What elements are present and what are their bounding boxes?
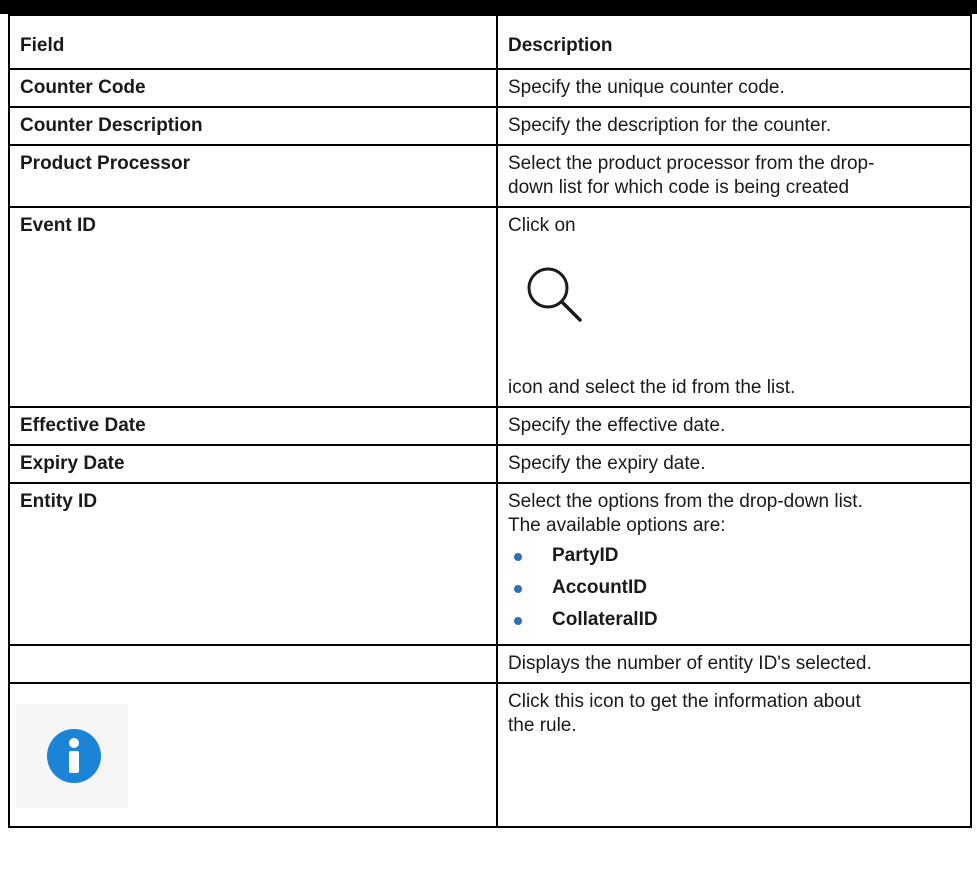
info-icon xyxy=(47,729,101,783)
field-product-processor: Product Processor xyxy=(8,144,498,208)
list-item: CollateralID xyxy=(508,606,960,638)
table-header-row: Field Description xyxy=(8,14,972,70)
info-icon-box xyxy=(16,704,128,808)
description-line: the rule. xyxy=(508,715,577,736)
options-list: PartyID AccountID CollateralID xyxy=(508,542,960,638)
description-expiry-date: Specify the expiry date. xyxy=(496,444,972,484)
field-description-table: Field Description Counter Code Specify t… xyxy=(8,14,972,828)
description-product-processor: Select the product processor from the dr… xyxy=(496,144,972,208)
description-counter-code: Specify the unique counter code. xyxy=(496,68,972,108)
description-line: Select the product processor from the dr… xyxy=(508,153,875,174)
description-line: Select the options from the drop-down li… xyxy=(508,491,863,512)
table-row: Counter Description Specify the descript… xyxy=(8,106,972,146)
bullet-icon xyxy=(514,553,522,561)
description-counter-description: Specify the description for the counter. xyxy=(496,106,972,146)
table-row: Expiry Date Specify the expiry date. xyxy=(8,444,972,484)
bullet-icon xyxy=(514,585,522,593)
list-item: AccountID xyxy=(508,574,960,606)
field-info xyxy=(8,682,498,828)
description-effective-date: Specify the effective date. xyxy=(496,406,972,446)
description-line: icon and select the id from the list. xyxy=(508,377,796,398)
field-effective-date: Effective Date xyxy=(8,406,498,446)
description-event-id: Click on icon and select the id from the… xyxy=(496,206,972,408)
description-info: Click this icon to get the information a… xyxy=(496,682,972,828)
description-line: The available options are: xyxy=(508,515,726,536)
table-row: Effective Date Specify the effective dat… xyxy=(8,406,972,446)
search-icon xyxy=(527,267,582,322)
top-bar xyxy=(0,0,977,14)
description-line: Click on xyxy=(508,215,576,236)
field-expiry-date: Expiry Date xyxy=(8,444,498,484)
option-label: CollateralID xyxy=(552,609,658,630)
header-field: Field xyxy=(8,14,498,70)
table-row: Entity ID Select the options from the dr… xyxy=(8,482,972,646)
description-entity-count: Displays the number of entity ID's selec… xyxy=(496,644,972,684)
table-row: Displays the number of entity ID's selec… xyxy=(8,644,972,684)
field-event-id: Event ID xyxy=(8,206,498,408)
bullet-icon xyxy=(514,617,522,625)
description-entity-id: Select the options from the drop-down li… xyxy=(496,482,972,646)
info-icon-wrap xyxy=(16,690,486,820)
field-entity-id: Entity ID xyxy=(8,482,498,646)
option-label: AccountID xyxy=(552,577,647,598)
field-entity-count xyxy=(8,644,498,684)
search-icon-wrap xyxy=(508,238,960,376)
list-item: PartyID xyxy=(508,542,960,574)
table-row: Counter Code Specify the unique counter … xyxy=(8,68,972,108)
option-label: PartyID xyxy=(552,545,619,566)
header-description: Description xyxy=(496,14,972,70)
field-counter-description: Counter Description xyxy=(8,106,498,146)
table-row: Product Processor Select the product pro… xyxy=(8,144,972,208)
field-counter-code: Counter Code xyxy=(8,68,498,108)
table-row: Event ID Click on icon and select the id… xyxy=(8,206,972,408)
description-line: Click this icon to get the information a… xyxy=(508,691,861,712)
table-row: Click this icon to get the information a… xyxy=(8,682,972,828)
description-line: down list for which code is being create… xyxy=(508,177,850,198)
